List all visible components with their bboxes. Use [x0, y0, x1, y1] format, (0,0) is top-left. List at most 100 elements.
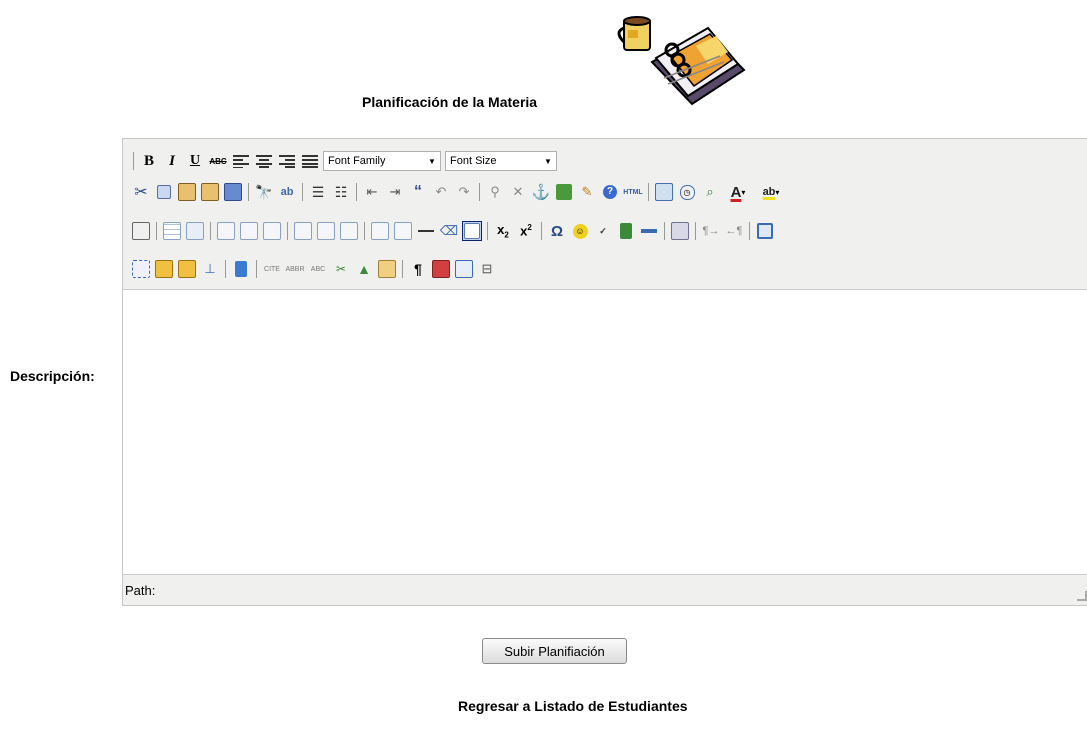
- paste-text-icon[interactable]: [200, 182, 220, 202]
- background-color-icon[interactable]: ab ▾: [756, 182, 786, 202]
- media-icon[interactable]: [616, 221, 636, 241]
- align-justify-icon[interactable]: [300, 151, 320, 171]
- split-cells-icon[interactable]: [393, 221, 413, 241]
- remove-format-icon[interactable]: ⌫: [439, 221, 459, 241]
- paste-word-icon[interactable]: [223, 182, 243, 202]
- rtl-icon[interactable]: ←¶: [724, 221, 744, 241]
- charmap-icon[interactable]: Ω: [547, 221, 567, 241]
- insert-date-icon[interactable]: [654, 182, 674, 202]
- acronym-icon[interactable]: ABC: [308, 259, 328, 279]
- insert-layer-icon[interactable]: [131, 259, 151, 279]
- anchor-icon[interactable]: ⚓: [531, 182, 551, 202]
- abbr-icon[interactable]: ABBR: [285, 259, 305, 279]
- horizontal-rule-icon[interactable]: [416, 221, 436, 241]
- image-icon[interactable]: [554, 182, 574, 202]
- spellcheck-icon[interactable]: ✓: [593, 221, 613, 241]
- separator: [156, 222, 157, 240]
- fullscreen-icon[interactable]: [755, 221, 775, 241]
- visual-aid-icon[interactable]: [462, 221, 482, 241]
- separator: [364, 222, 365, 240]
- replace-icon[interactable]: ab: [277, 182, 297, 202]
- toolbar-row-2: ✂ 🔭 ab ☰ ☷ ⇤ ⇥ “ ↶ ↷ ⚲ ✕ ⚓ ✎ ? HTML ◷ ⌕ …: [131, 179, 789, 205]
- cut-icon[interactable]: ✂: [131, 182, 151, 202]
- resize-handle-icon[interactable]: [1077, 591, 1087, 601]
- align-right-icon[interactable]: [277, 151, 297, 171]
- print-icon[interactable]: [670, 221, 690, 241]
- separator: [248, 183, 249, 201]
- undo-icon[interactable]: ↶: [431, 182, 451, 202]
- attribs-icon[interactable]: [377, 259, 397, 279]
- separator: [648, 183, 649, 201]
- font-size-select[interactable]: Font Size ▼: [445, 151, 557, 171]
- non-breaking-icon[interactable]: [431, 259, 451, 279]
- editor-content-area[interactable]: [123, 290, 1087, 574]
- insert-row-after-icon[interactable]: [262, 221, 282, 241]
- redo-icon[interactable]: ↷: [454, 182, 474, 202]
- insert-time-icon[interactable]: ◷: [677, 182, 697, 202]
- preview-icon[interactable]: ⌕: [700, 182, 720, 202]
- delete-row-icon[interactable]: [293, 221, 313, 241]
- path-label: Path:: [125, 582, 156, 598]
- underline-icon[interactable]: U: [185, 151, 205, 171]
- outdent-icon[interactable]: ⇤: [362, 182, 382, 202]
- insert-col-after-icon[interactable]: [339, 221, 359, 241]
- separator: [287, 222, 288, 240]
- emotions-icon[interactable]: ☺: [570, 221, 590, 241]
- toolbar-row-4: ⊥ CITE ABBR ABC ✂ ▲ ¶ ⊟: [131, 256, 500, 282]
- paste-icon[interactable]: [177, 182, 197, 202]
- separator: [402, 260, 403, 278]
- copy-icon[interactable]: [154, 182, 174, 202]
- cell-props-icon[interactable]: [216, 221, 236, 241]
- edit-icon[interactable]: [131, 221, 151, 241]
- advhr-icon[interactable]: [639, 221, 659, 241]
- row-props-icon[interactable]: [185, 221, 205, 241]
- bold-icon[interactable]: B: [139, 151, 159, 171]
- ltr-icon[interactable]: ¶→: [701, 221, 721, 241]
- insert-row-before-icon[interactable]: [239, 221, 259, 241]
- visual-chars-icon[interactable]: ¶: [408, 259, 428, 279]
- submit-planning-button[interactable]: Subir Planifiación: [482, 638, 627, 664]
- indent-icon[interactable]: ⇥: [385, 182, 405, 202]
- separator: [695, 222, 696, 240]
- align-center-icon[interactable]: [254, 151, 274, 171]
- absolute-icon[interactable]: ⊥: [200, 259, 220, 279]
- toolbar-row-1: B I U ABC Font Family ▼ Font Size ▼: [131, 148, 561, 174]
- move-backward-icon[interactable]: [177, 259, 197, 279]
- unlink-icon[interactable]: ✕: [508, 182, 528, 202]
- separator: [356, 183, 357, 201]
- subscript-icon[interactable]: x2: [493, 221, 513, 241]
- del-icon[interactable]: ✂: [331, 259, 351, 279]
- style-props-icon[interactable]: [231, 259, 251, 279]
- insert-col-before-icon[interactable]: [316, 221, 336, 241]
- align-left-icon[interactable]: [231, 151, 251, 171]
- separator: [487, 222, 488, 240]
- link-icon[interactable]: ⚲: [485, 182, 505, 202]
- chevron-down-icon: ▼: [428, 156, 436, 166]
- rich-text-editor: B I U ABC Font Family ▼ Font Size ▼ ✂ 🔭 …: [122, 138, 1087, 606]
- editor-toolbar: B I U ABC Font Family ▼ Font Size ▼ ✂ 🔭 …: [123, 139, 1087, 290]
- bullet-list-icon[interactable]: ☰: [308, 182, 328, 202]
- delete-col-icon[interactable]: [370, 221, 390, 241]
- page-break-icon[interactable]: ⊟: [477, 259, 497, 279]
- html-icon[interactable]: HTML: [623, 182, 643, 202]
- numbered-list-icon[interactable]: ☷: [331, 182, 351, 202]
- move-forward-icon[interactable]: [154, 259, 174, 279]
- cleanup-icon[interactable]: ✎: [577, 182, 597, 202]
- separator: [133, 152, 134, 170]
- cite-icon[interactable]: CITE: [262, 259, 282, 279]
- table-icon[interactable]: [162, 221, 182, 241]
- separator: [479, 183, 480, 201]
- ins-icon[interactable]: ▲: [354, 259, 374, 279]
- template-icon[interactable]: [454, 259, 474, 279]
- separator: [664, 222, 665, 240]
- text-color-icon[interactable]: A ▾: [723, 182, 753, 202]
- blockquote-icon[interactable]: “: [408, 182, 428, 202]
- superscript-icon[interactable]: x2: [516, 221, 536, 241]
- italic-icon[interactable]: I: [162, 151, 182, 171]
- font-family-select[interactable]: Font Family ▼: [323, 151, 441, 171]
- strikethrough-icon[interactable]: ABC: [208, 151, 228, 171]
- help-icon[interactable]: ?: [600, 182, 620, 202]
- separator: [541, 222, 542, 240]
- back-to-students-link[interactable]: Regresar a Listado de Estudiantes: [458, 698, 688, 714]
- find-icon[interactable]: 🔭: [254, 182, 274, 202]
